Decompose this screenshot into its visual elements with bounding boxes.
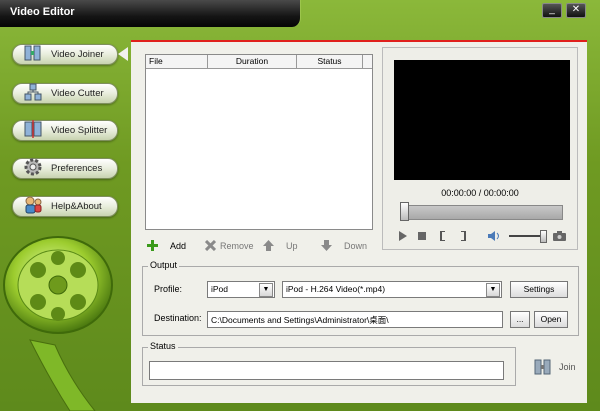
file-list[interactable]: File Duration Status xyxy=(145,54,373,230)
title-bar[interactable]: Video Editor xyxy=(0,0,301,27)
plus-icon xyxy=(147,240,158,251)
up-button[interactable]: Up xyxy=(263,240,298,251)
destination-field[interactable]: C:\Documents and Settings\Administrator\… xyxy=(207,311,503,328)
format-value: iPod - H.264 Video(*.mp4) xyxy=(286,284,386,294)
column-duration[interactable]: Duration xyxy=(208,55,297,68)
file-list-header: File Duration Status xyxy=(146,55,372,69)
video-screen xyxy=(394,60,570,180)
status-field xyxy=(149,361,504,380)
splitter-icon xyxy=(24,120,42,138)
time-readout: 00:00:00 / 00:00:00 xyxy=(441,188,519,198)
chevron-down-icon: ▼ xyxy=(259,283,273,297)
open-button[interactable]: Open xyxy=(534,311,568,328)
minimize-button[interactable]: _ xyxy=(542,3,562,18)
status-group: Status xyxy=(142,341,516,386)
sidebar-item-label: Video Joiner xyxy=(51,49,104,60)
sidebar-item-help-about[interactable]: Help&About xyxy=(12,196,118,217)
output-group-title: Output xyxy=(148,260,180,270)
column-file[interactable]: File xyxy=(146,55,208,68)
status-group-title: Status xyxy=(148,341,178,351)
film-reel-logo xyxy=(3,236,113,411)
up-label: Up xyxy=(286,240,298,251)
stop-icon[interactable] xyxy=(417,231,427,241)
output-group: Output Profile: iPod ▼ iPod - H.264 Vide… xyxy=(142,260,579,336)
arrow-up-icon xyxy=(263,240,274,251)
selection-pointer xyxy=(118,47,128,61)
sidebar-item-video-joiner[interactable]: Video Joiner xyxy=(12,44,118,65)
destination-value: C:\Documents and Settings\Administrator\… xyxy=(211,315,389,325)
chevron-down-icon: ▼ xyxy=(486,283,500,297)
profile-label: Profile: xyxy=(154,284,183,294)
main-panel: File Duration Status Add Remove Up Down … xyxy=(131,40,587,403)
cutter-icon xyxy=(24,83,42,101)
column-status[interactable]: Status xyxy=(297,55,363,68)
mark-in-icon[interactable] xyxy=(439,231,449,241)
join-button[interactable]: Join xyxy=(533,356,577,378)
volume-icon[interactable] xyxy=(488,231,500,241)
volume-handle[interactable] xyxy=(540,230,547,243)
preview-panel: 00:00:00 / 00:00:00 xyxy=(382,47,578,250)
settings-button[interactable]: Settings xyxy=(510,281,568,298)
down-button[interactable]: Down xyxy=(321,240,367,251)
add-button[interactable]: Add xyxy=(147,240,186,251)
mark-out-icon[interactable] xyxy=(457,231,467,241)
remove-label: Remove xyxy=(220,240,254,251)
sidebar-item-label: Help&About xyxy=(51,201,102,212)
down-label: Down xyxy=(344,240,368,251)
browse-button[interactable]: ... xyxy=(510,311,530,328)
joiner-icon xyxy=(24,45,41,61)
seek-bar[interactable] xyxy=(401,205,563,220)
sidebar-item-label: Preferences xyxy=(51,163,103,174)
profile-select[interactable]: iPod ▼ xyxy=(207,281,275,298)
sidebar-item-preferences[interactable]: Preferences xyxy=(12,158,118,179)
window-title: Video Editor xyxy=(10,6,75,18)
remove-button[interactable]: Remove xyxy=(205,240,254,251)
join-label: Join xyxy=(559,362,576,372)
destination-label: Destination: xyxy=(154,313,202,323)
arrow-down-icon xyxy=(321,240,332,251)
app-window: Video Editor _ ✕ Video Joiner Video Cutt… xyxy=(0,0,600,411)
sidebar-item-video-splitter[interactable]: Video Splitter xyxy=(12,120,118,141)
seek-handle[interactable] xyxy=(400,202,409,221)
sidebar-item-video-cutter[interactable]: Video Cutter xyxy=(12,83,118,104)
sidebar-item-label: Video Splitter xyxy=(51,125,108,136)
add-label: Add xyxy=(170,240,187,251)
gear-icon xyxy=(24,158,42,176)
help-icon xyxy=(25,196,42,214)
play-icon[interactable] xyxy=(398,231,408,241)
sidebar-item-label: Video Cutter xyxy=(51,88,104,99)
joiner-icon xyxy=(534,359,551,375)
close-button[interactable]: ✕ xyxy=(566,3,586,18)
camera-icon[interactable] xyxy=(553,231,566,241)
profile-value: iPod xyxy=(211,284,229,294)
format-select[interactable]: iPod - H.264 Video(*.mp4) ▼ xyxy=(282,281,502,298)
remove-icon xyxy=(205,240,216,251)
